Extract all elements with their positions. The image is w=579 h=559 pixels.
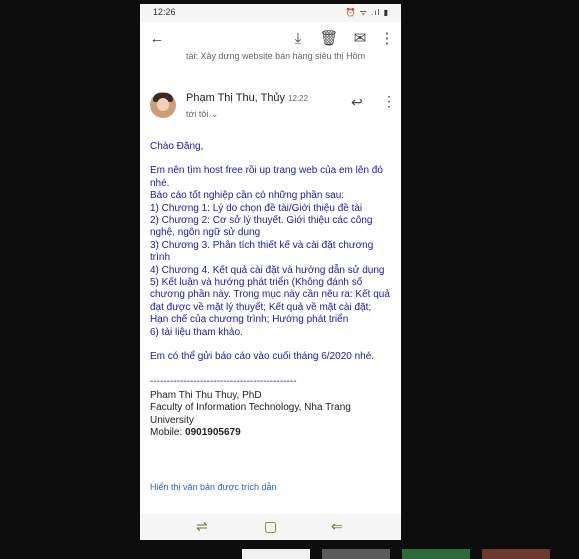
show-quoted-text-link[interactable]: Hiển thị văn bản được trích dẫn — [150, 482, 277, 492]
thumbnail[interactable] — [322, 549, 390, 559]
phone-screen: 12:26 ⏰ ᯤ .ıl ▮ ← ⤓ 🗑 ✉ ⋮ tài: Xây dựng … — [140, 4, 401, 540]
status-time: 12:26 — [153, 7, 176, 17]
body-line: 5) Kết luận và hướng phát triển (Không đ… — [150, 277, 390, 326]
body-line: 6) tài liệu tham khảo. — [150, 326, 243, 338]
body-line: 3) Chương 3. Phân tích thiết kế và cài đ… — [150, 239, 374, 264]
home-icon[interactable]: ▢ — [264, 518, 277, 535]
delete-icon[interactable]: 🗑 — [318, 28, 340, 50]
signature: Pham Thi Thu Thuy, PhD Faculty of Inform… — [150, 390, 390, 440]
thumbnail[interactable] — [242, 549, 310, 559]
sender-name: Phạm Thị Thu, Thủy 12:22 — [186, 92, 309, 104]
reply-icon[interactable]: ↩ — [351, 94, 363, 111]
recipient-toggle[interactable]: tới tôi ⌄ — [186, 109, 218, 120]
signature-divider: ----------------------------------------… — [150, 375, 297, 387]
thumbnail[interactable] — [482, 549, 550, 559]
email-toolbar: ← ⤓ 🗑 ✉ ⋮ — [140, 22, 401, 56]
message-header[interactable]: Phạm Thị Thu, Thủy 12:22 tới tôi ⌄ ↩ ⋮ — [140, 88, 401, 128]
body-line: Em nên tìm host free rồi up trang web củ… — [150, 165, 383, 189]
thumbnail[interactable] — [402, 549, 470, 559]
message-more-icon[interactable]: ⋮ — [382, 93, 396, 110]
android-nav-bar: ⇌ ▢ ⇐ — [140, 514, 401, 540]
status-bar: 12:26 ⏰ ᯤ .ıl ▮ — [140, 4, 401, 22]
closing-line: Em có thể gửi báo cáo vào cuối tháng 6/2… — [150, 351, 375, 363]
email-body: Chào Đăng, Em nên tìm host free rồi up t… — [150, 141, 390, 440]
mark-unread-icon[interactable]: ✉ — [349, 28, 371, 50]
sender-avatar — [150, 92, 176, 118]
signature-mobile: Mobile: 0901905679 — [150, 427, 241, 439]
back-arrow-icon[interactable]: ← — [146, 28, 168, 50]
greeting: Chào Đăng, — [150, 141, 204, 152]
phone-number[interactable]: 0901905679 — [185, 427, 241, 438]
more-options-icon[interactable]: ⋮ — [376, 28, 398, 50]
recent-apps-icon[interactable]: ⇌ — [196, 518, 208, 535]
signature-name: Pham Thi Thu Thuy, PhD — [150, 389, 262, 401]
status-icons: ⏰ ᯤ .ıl ▮ — [345, 8, 389, 17]
body-line: 2) Chương 2: Cơ sở lý thuyết. Giới thiệu… — [150, 215, 373, 239]
body-line: Báo cáo tốt nghiệp cần có những phần sau… — [150, 190, 345, 202]
signature-org: Faculty of Information Technology, Nha T… — [150, 402, 351, 426]
archive-icon[interactable]: ⤓ — [287, 28, 309, 50]
body-line: 4) Chương 4. Kết quả cài đặt và hướng dẫ… — [150, 264, 385, 276]
nav-back-icon[interactable]: ⇐ — [331, 518, 343, 535]
previous-subject: tài: Xây dựng website bán hàng siêu thị … — [186, 52, 366, 61]
message-time: 12:22 — [288, 94, 309, 103]
body-line: 1) Chương 1: Lý do chọn đề tài/Giới thiệ… — [150, 202, 363, 214]
